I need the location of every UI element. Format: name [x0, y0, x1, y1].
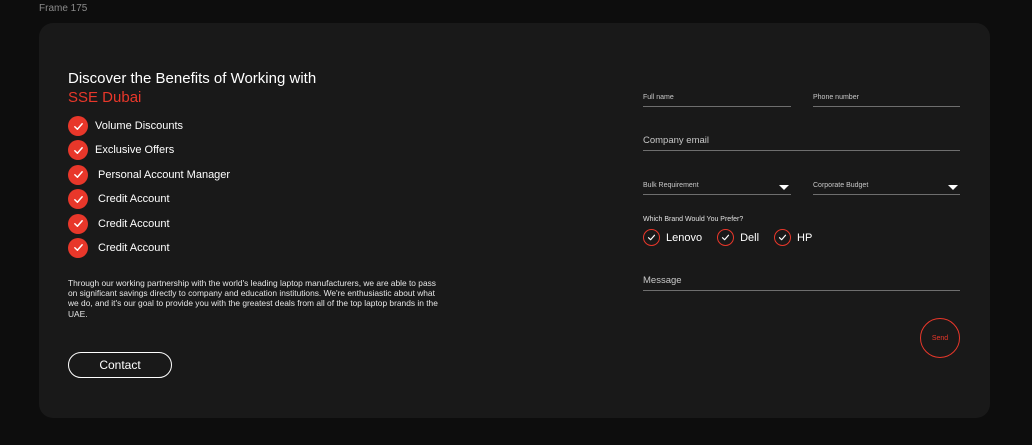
list-item: Personal Account Manager [68, 164, 231, 185]
check-icon [68, 140, 88, 161]
corporate-budget-select[interactable]: Corporate Budget [813, 178, 960, 195]
brand-option-dell[interactable]: Dell [717, 229, 759, 246]
check-icon [68, 116, 88, 136]
message-field[interactable]: Message [643, 270, 960, 291]
benefit-label: Personal Account Manager [98, 168, 231, 181]
check-icon[interactable] [774, 229, 792, 246]
send-button[interactable]: Send [920, 318, 960, 358]
list-item: Credit Account [68, 189, 230, 210]
caret-down-icon [779, 185, 789, 190]
list-item: Exclusive Offers [68, 140, 230, 161]
message-placeholder: Message [643, 275, 682, 286]
contact-button[interactable]: Contact [68, 352, 172, 378]
phone-number-field[interactable]: Phone number [813, 91, 960, 107]
brand-label: HP [797, 231, 813, 244]
brand-option-hp[interactable]: HP [774, 229, 812, 246]
brand-options: Lenovo Dell HP [643, 229, 827, 246]
benefit-label: Credit Account [98, 241, 170, 254]
benefit-label: Volume Discounts [95, 120, 184, 132]
brand-label: Lenovo [666, 231, 703, 244]
brand-question: Which Brand Would You Prefer? [643, 216, 744, 223]
bulk-requirement-select[interactable]: Bulk Requirement [643, 178, 791, 195]
check-icon [68, 237, 88, 258]
check-icon[interactable] [717, 229, 735, 246]
list-item: Credit Account [68, 237, 230, 258]
benefit-label: Credit Account [98, 217, 170, 230]
brand-label: Dell [740, 231, 760, 244]
benefits-list: Volume Discounts Exclusive Offers Person… [68, 116, 230, 262]
bulk-requirement-placeholder: Bulk Requirement [643, 182, 699, 189]
full-name-placeholder: Full name [643, 94, 674, 101]
check-icon [68, 189, 88, 210]
check-icon [68, 164, 88, 185]
full-name-field[interactable]: Full name [643, 91, 791, 107]
caret-down-icon [948, 185, 958, 190]
benefit-label: Credit Account [98, 193, 170, 206]
company-email-field[interactable]: Company email [643, 131, 960, 151]
page-title-accent: SSE Dubai [68, 89, 142, 106]
description-text: Through our working partnership with the… [68, 278, 438, 319]
list-item: Credit Account [68, 213, 230, 234]
check-icon [68, 213, 88, 234]
brand-option-lenovo[interactable]: Lenovo [643, 229, 702, 246]
benefit-label: Exclusive Offers [95, 144, 175, 157]
benefits-card: Discover the Benefits of Working with SS… [39, 23, 990, 418]
company-email-placeholder: Company email [643, 135, 709, 146]
phone-number-placeholder: Phone number [813, 94, 859, 101]
frame-label: Frame 175 [39, 3, 88, 14]
check-icon[interactable] [643, 229, 660, 246]
page-title-line: Discover the Benefits of Working with [68, 70, 317, 87]
corporate-budget-placeholder: Corporate Budget [813, 182, 869, 189]
list-item: Volume Discounts [68, 116, 230, 136]
page-title: Discover the Benefits of Working with SS… [68, 69, 316, 107]
